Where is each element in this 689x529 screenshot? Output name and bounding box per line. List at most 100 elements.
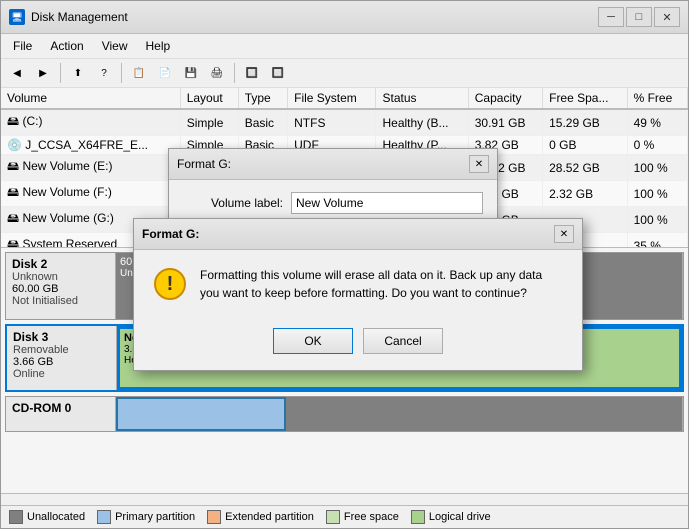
title-bar: 🖥 Disk Management ─ □ ✕ (1, 1, 688, 34)
minimize-button[interactable]: ─ (598, 7, 624, 27)
table-row[interactable]: 🖴 System Reserved Simple 175 MB 35 % (1, 233, 688, 249)
disk-row-disk3: Disk 3 Removable 3.66 GB Online New Volu… (5, 324, 684, 392)
disk3-vol-size: 3.65 GB NTFS (124, 344, 675, 355)
disk3-label: Disk 3 Removable 3.66 GB Online (7, 326, 117, 390)
disk3-logical-partition[interactable]: New Volume (G:) 3.65 GB NTFS Healthy (Lo… (117, 326, 682, 390)
disk2-unallocated[interactable]: 60 GB Unallocated (116, 253, 683, 319)
legend-extended-label: Extended partition (225, 511, 314, 523)
toolbar-btn-3[interactable]: 💾 (179, 62, 203, 84)
toolbar-btn-5[interactable]: 🔲 (240, 62, 264, 84)
maximize-button[interactable]: □ (626, 7, 652, 27)
cell-capacity: 3.82 GB (468, 136, 542, 155)
legend-logical-box (411, 510, 425, 524)
menu-help[interactable]: Help (138, 36, 179, 56)
cell-capacity: 175 MB (468, 233, 542, 249)
legend-primary-label: Primary partition (115, 511, 195, 523)
disk2-unalloc-type: Unallocated (120, 268, 678, 279)
disk-row-cdrom: CD-ROM 0 (5, 396, 684, 432)
col-capacity: Capacity (468, 88, 542, 109)
cell-fs: UDF (288, 136, 376, 155)
cell-layout: Simple (180, 136, 238, 155)
cell-pct: 0 % (627, 136, 687, 155)
cell-capacity: 28.52 GB (468, 155, 542, 181)
close-button[interactable]: ✕ (654, 7, 680, 27)
legend-primary-box (97, 510, 111, 524)
toolbar-btn-1[interactable]: 📋 (127, 62, 151, 84)
cell-layout: Simple (180, 181, 238, 207)
legend-freespace-box (326, 510, 340, 524)
up-button[interactable]: ⬆ (66, 62, 90, 84)
legend-logical-label: Logical drive (429, 511, 491, 523)
disk2-partitions: 60 GB Unallocated (116, 253, 683, 319)
content-area: Volume Layout Type File System Status Ca… (1, 88, 688, 528)
cell-status: Healthy (P... (376, 155, 468, 181)
cell-free: 2.32 GB (543, 181, 627, 207)
cdrom-partitions (116, 397, 683, 431)
legend: Unallocated Primary partition Extended p… (1, 505, 688, 528)
cell-volume: 🖴 New Volume (F:) (1, 181, 180, 207)
cell-status: Healthy (P... (376, 136, 468, 155)
cell-layout: Simple (180, 207, 238, 233)
legend-primary: Primary partition (97, 510, 195, 524)
cell-capacity: 3.63 GB (468, 207, 542, 233)
cell-pct: 35 % (627, 233, 687, 249)
cell-layout: Simple (180, 109, 238, 136)
cell-capacity: 2.32 GB (468, 181, 542, 207)
col-fs: File System (288, 88, 376, 109)
cell-type: Basic (238, 109, 287, 136)
legend-extended-box (207, 510, 221, 524)
legend-unallocated: Unallocated (9, 510, 85, 524)
table-row[interactable]: 🖴 New Volume (F:) Simple Basic NTFS Heal… (1, 181, 688, 207)
disk2-type: Unknown (12, 271, 109, 283)
cell-capacity: 30.91 GB (468, 109, 542, 136)
toolbar-btn-4[interactable]: 🖨 (205, 62, 229, 84)
menu-view[interactable]: View (94, 36, 136, 56)
table-row[interactable]: 🖴 New Volume (G:) Simple 3.63 GB 100 % (1, 207, 688, 233)
legend-freespace: Free space (326, 510, 399, 524)
horizontal-scrollbar[interactable] (1, 493, 688, 505)
cell-volume: 🖴 System Reserved (1, 233, 180, 249)
cell-volume: 🖴 New Volume (G:) (1, 207, 180, 233)
cell-volume: 🖴 New Volume (E:) (1, 155, 180, 181)
menu-file[interactable]: File (5, 36, 40, 56)
window-title: Disk Management (31, 10, 128, 24)
cell-fs: NTFS (288, 155, 376, 181)
toolbar-separator-1 (60, 63, 61, 83)
cell-fs: NTFS (288, 109, 376, 136)
back-button[interactable]: ◀ (5, 62, 29, 84)
cell-type (238, 233, 287, 249)
menu-bar: File Action View Help (1, 34, 688, 59)
legend-unallocated-box (9, 510, 23, 524)
table-row[interactable]: 🖴 (C:) Simple Basic NTFS Healthy (B... 3… (1, 109, 688, 136)
cell-free (543, 233, 627, 249)
toolbar-btn-2[interactable]: 📄 (153, 62, 177, 84)
cell-free (543, 207, 627, 233)
volume-table-wrapper[interactable]: Volume Layout Type File System Status Ca… (1, 88, 688, 248)
disk2-label: Disk 2 Unknown 60.00 GB Not Initialised (6, 253, 116, 319)
volume-table: Volume Layout Type File System Status Ca… (1, 88, 688, 248)
forward-button[interactable]: ▶ (31, 62, 55, 84)
cell-status (376, 207, 468, 233)
cell-volume: 💿 J_CCSA_X64FRE_E... (1, 136, 180, 155)
legend-logical: Logical drive (411, 510, 491, 524)
cdrom-name: CD-ROM 0 (12, 401, 109, 415)
cdrom-partition-2[interactable] (286, 397, 683, 431)
toolbar-separator-2 (121, 63, 122, 83)
toolbar-btn-6[interactable]: 🔲 (266, 62, 290, 84)
cdrom-partition-1[interactable] (116, 397, 286, 431)
help-button[interactable]: ? (92, 62, 116, 84)
cell-volume: 🖴 (C:) (1, 109, 180, 136)
col-volume: Volume (1, 88, 180, 109)
toolbar-separator-3 (234, 63, 235, 83)
menu-action[interactable]: Action (42, 36, 91, 56)
legend-unallocated-label: Unallocated (27, 511, 85, 523)
cell-fs (288, 233, 376, 249)
table-row[interactable]: 🖴 New Volume (E:) Simple Basic NTFS Heal… (1, 155, 688, 181)
disk2-name: Disk 2 (12, 257, 109, 271)
cell-free: 0 GB (543, 136, 627, 155)
legend-freespace-label: Free space (344, 511, 399, 523)
table-row[interactable]: 💿 J_CCSA_X64FRE_E... Simple Basic UDF He… (1, 136, 688, 155)
cell-pct: 100 % (627, 207, 687, 233)
col-type: Type (238, 88, 287, 109)
cell-free: 28.52 GB (543, 155, 627, 181)
